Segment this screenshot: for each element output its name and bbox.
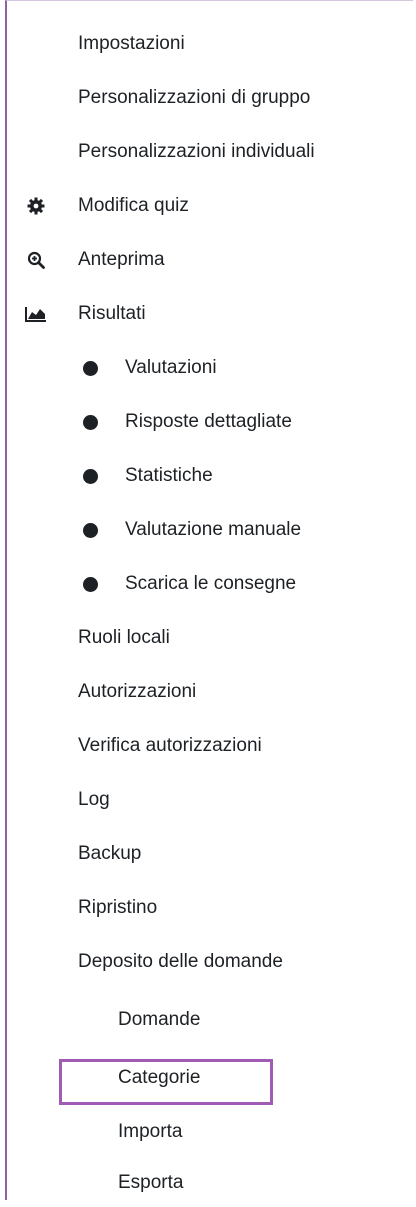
results-sub-item-label: Statistiche	[125, 465, 213, 486]
menu-item-question-bank[interactable]: Deposito delle domande	[78, 944, 283, 980]
menu-item-group-overrides[interactable]: Personalizzazioni di gruppo	[78, 80, 310, 116]
menu-item-import[interactable]: Importa	[118, 1114, 182, 1150]
results-sub-item[interactable]: Statistiche	[78, 458, 378, 494]
bullet-icon	[83, 523, 98, 538]
area-chart-icon	[25, 296, 47, 332]
results-sub-item-label: Risposte dettagliate	[125, 411, 292, 432]
bullet-icon	[83, 577, 98, 592]
menu-item-export[interactable]: Esporta	[118, 1165, 183, 1201]
menu-item-preview[interactable]: Anteprima	[78, 242, 165, 278]
results-sub-item-label: Scarica le consegne	[125, 573, 297, 594]
bullet-icon	[83, 415, 98, 430]
menu-item-local-roles[interactable]: Ruoli locali	[78, 620, 170, 656]
results-sub-item[interactable]: Scarica le consegne	[78, 566, 378, 602]
bullet-icon	[83, 361, 98, 376]
quiz-admin-menu: Impostazioni Personalizzazioni di gruppo…	[5, 0, 413, 1200]
zoom-in-icon	[25, 242, 47, 278]
categories-highlight-box	[59, 1059, 273, 1105]
results-sub-item[interactable]: Valutazioni	[78, 350, 378, 386]
menu-item-permissions[interactable]: Autorizzazioni	[78, 674, 196, 710]
menu-item-check-permissions[interactable]: Verifica autorizzazioni	[78, 728, 262, 764]
menu-item-questions[interactable]: Domande	[118, 1002, 200, 1038]
results-sub-item[interactable]: Risposte dettagliate	[78, 404, 378, 440]
results-sub-item-label: Valutazione manuale	[125, 519, 302, 540]
menu-item-settings[interactable]: Impostazioni	[78, 26, 185, 62]
menu-item-logs[interactable]: Log	[78, 782, 110, 818]
gear-icon	[25, 188, 47, 224]
menu-item-backup[interactable]: Backup	[78, 836, 141, 872]
menu-item-results[interactable]: Risultati	[78, 296, 146, 332]
results-sub-item[interactable]: Valutazione manuale	[78, 512, 378, 548]
results-sub-item-label: Valutazioni	[125, 357, 217, 378]
menu-item-user-overrides[interactable]: Personalizzazioni individuali	[78, 134, 315, 170]
menu-item-edit-quiz[interactable]: Modifica quiz	[78, 188, 189, 224]
bullet-icon	[83, 469, 98, 484]
menu-item-restore[interactable]: Ripristino	[78, 890, 157, 926]
